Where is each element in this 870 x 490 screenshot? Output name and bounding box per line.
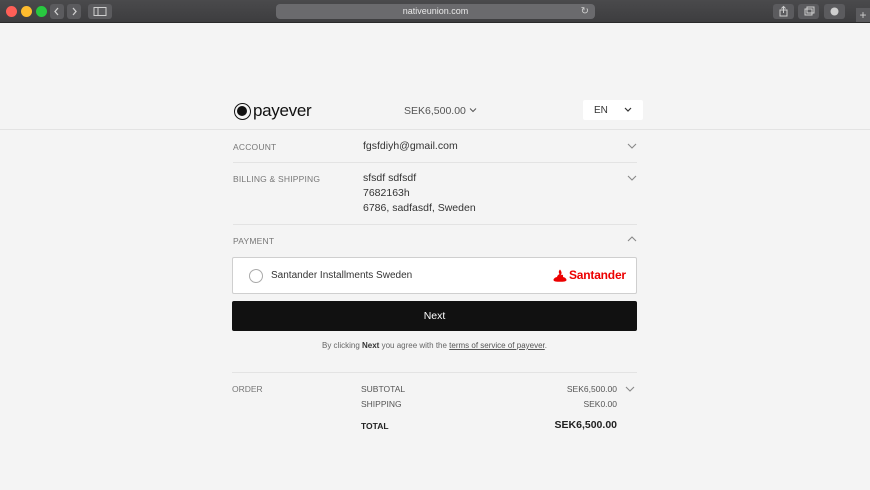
address-bar[interactable]: nativeunion.com ↻ [276,4,595,19]
total-value: SEK6,500.00 [554,419,617,431]
amount-value: SEK6,500.00 [404,105,466,117]
payment-radio[interactable] [249,269,263,283]
total-label: TOTAL [361,421,389,431]
new-tab-button[interactable]: + [856,8,870,22]
terms-suffix: . [544,341,547,350]
minimize-window-button[interactable] [21,6,32,17]
checkout-header: payever SEK6,500.00 EN [0,96,870,130]
terms-notice: By clicking Next you agree with the term… [232,341,637,350]
tabs-button[interactable] [798,4,819,19]
extension-button[interactable] [824,4,845,19]
billing-label: BILLING & SHIPPING [233,174,321,184]
language-code: EN [594,105,608,116]
share-icon [779,5,788,17]
account-label: ACCOUNT [233,142,277,152]
chevron-down-icon[interactable] [627,142,637,150]
chevron-right-icon [72,7,77,16]
shipping-value: SEK0.00 [583,399,617,409]
browser-toolbar: nativeunion.com ↻ + [0,0,870,23]
tabs-icon [804,6,815,16]
santander-logo: Santander [553,268,626,282]
forward-button[interactable] [67,4,81,19]
terms-bold: Next [362,341,380,350]
santander-wordmark: Santander [569,268,626,282]
payment-option-santander[interactable]: Santander Installments Sweden Santander [232,257,637,294]
chevron-down-icon[interactable] [627,174,637,182]
url-text: nativeunion.com [402,6,469,16]
sidebar-button[interactable] [88,4,112,19]
close-window-button[interactable] [6,6,17,17]
terms-link[interactable]: terms of service of payever [449,341,545,350]
amount-dropdown[interactable]: SEK6,500.00 [404,105,477,117]
zoom-window-button[interactable] [36,6,47,17]
billing-shipping-section[interactable]: BILLING & SHIPPING sfsdf sdfsdf 7682163h… [233,163,637,225]
payever-logo: payever [234,101,312,121]
reload-icon[interactable]: ↻ [581,4,589,19]
payment-label: PAYMENT [233,236,275,246]
order-label: ORDER [232,384,263,394]
shipping-label: SHIPPING [361,399,402,409]
terms-prefix: By clicking [321,341,362,350]
chevron-down-icon [624,107,632,112]
account-section[interactable]: ACCOUNT fgsfdiyh@gmail.com [233,131,637,163]
brand-name: payever [253,101,312,120]
account-email: fgsfdiyh@gmail.com [363,140,458,152]
payment-option-name: Santander Installments Sweden [271,270,413,281]
share-button[interactable] [773,4,794,19]
chevron-down-icon[interactable] [625,385,635,393]
chevron-up-icon[interactable] [627,235,637,243]
subtotal-value: SEK6,500.00 [566,384,617,394]
order-summary: ORDER SUBTOTAL SEK6,500.00 SHIPPING SEK0… [232,372,637,442]
chevron-left-icon [54,7,59,16]
billing-address: 6786, sadfasdf, Sweden [363,202,476,214]
payment-section[interactable]: PAYMENT [233,225,637,255]
chevron-down-icon [469,108,477,113]
santander-flame-icon [553,269,567,282]
billing-phone: 7682163h [363,187,410,199]
billing-name: sfsdf sdfsdf [363,172,417,184]
next-button[interactable]: Next [232,301,637,331]
terms-middle: you agree with the [379,341,450,350]
sidebar-icon [93,7,107,16]
back-button[interactable] [50,4,64,19]
subtotal-label: SUBTOTAL [361,384,406,394]
extension-icon [830,7,839,16]
billing-details: sfsdf sdfsdf 7682163h 6786, sadfasdf, Sw… [363,171,476,216]
language-select[interactable]: EN [583,100,643,120]
payever-logo-icon [234,102,251,120]
checkout-page: payever SEK6,500.00 EN ACCOUNT fgsfdiyh@… [0,23,870,490]
